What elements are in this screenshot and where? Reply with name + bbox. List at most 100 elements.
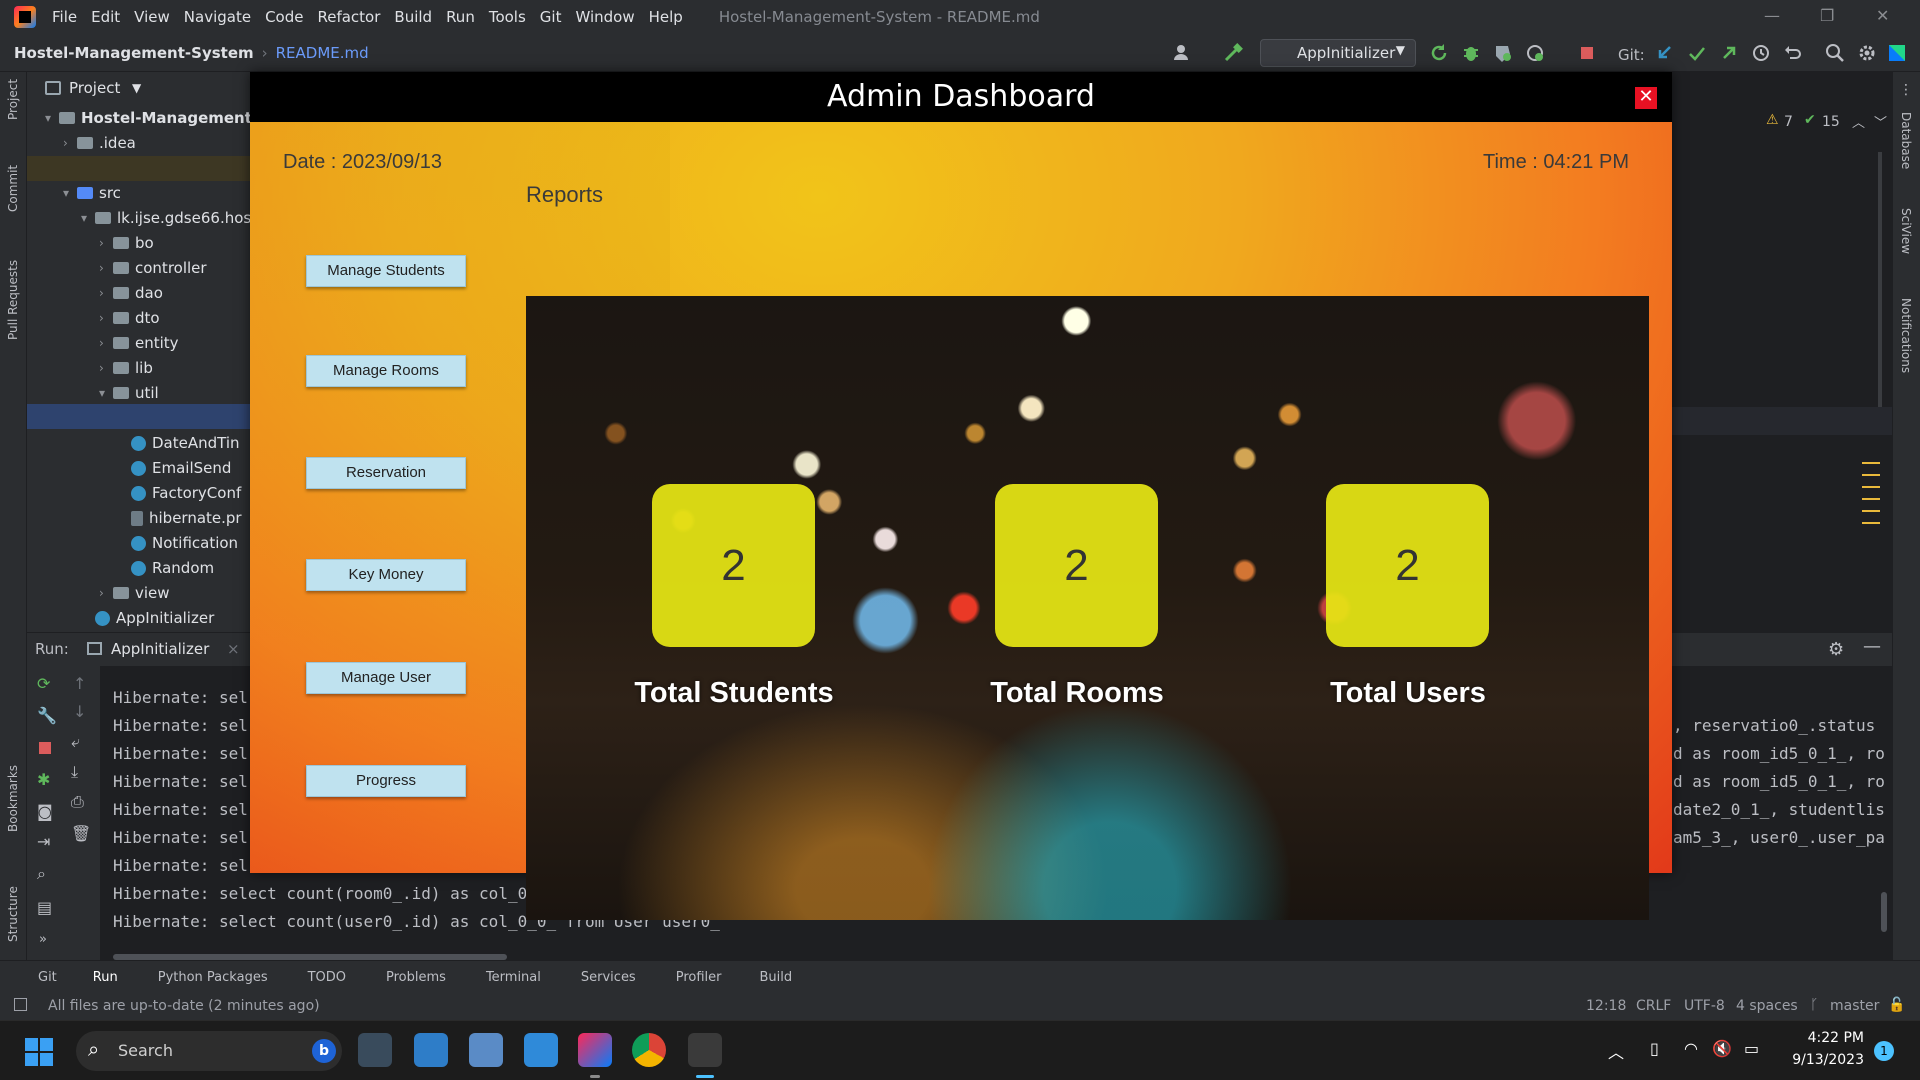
clock-time[interactable]: 4:22 PM [1800, 1030, 1864, 1046]
search-icon[interactable]: ⌕ [37, 864, 46, 884]
tree-item[interactable]: › controller [99, 256, 207, 280]
manage-students-button[interactable]: Manage Students [306, 255, 466, 287]
tab-run[interactable]: Run [93, 970, 118, 985]
notification-badge[interactable]: 1 [1874, 1041, 1894, 1061]
debug-icon[interactable] [1460, 42, 1482, 64]
lock-icon[interactable]: 🔓 [1888, 997, 1905, 1013]
taskbar-search-box[interactable]: ⌕ Search b [76, 1031, 342, 1071]
chevron-right-icon[interactable]: › [99, 586, 113, 600]
tool-database[interactable]: Database [1899, 112, 1913, 169]
menu-git[interactable]: Git [540, 8, 562, 26]
rerun-icon[interactable]: ⟳ [37, 674, 50, 693]
coverage-icon[interactable] [1492, 42, 1514, 64]
build-hammer-icon[interactable] [1222, 42, 1244, 64]
volume-muted-icon[interactable]: 🔇 [1712, 1039, 1732, 1058]
chrome-app-icon[interactable] [632, 1033, 666, 1067]
menu-build[interactable]: Build [394, 8, 432, 26]
dialog-title-bar[interactable]: Admin Dashboard [250, 72, 1672, 122]
editor-scrollbar[interactable] [1878, 152, 1882, 412]
chevron-right-icon[interactable]: › [99, 336, 113, 350]
chevron-down-icon[interactable]: ▾ [63, 186, 77, 200]
more-options-icon[interactable]: ⋮ [1899, 82, 1913, 98]
tool-structure[interactable]: Structure [6, 886, 20, 942]
status-message[interactable]: All files are up-to-date (2 minutes ago) [48, 998, 320, 1014]
profiler-icon[interactable] [1524, 42, 1546, 64]
tab-build[interactable]: Build [760, 970, 793, 985]
tab-profiler[interactable]: Profiler [676, 970, 722, 985]
chevron-right-icon[interactable]: › [63, 136, 77, 150]
scroll-up-icon[interactable]: ↑ [73, 674, 86, 693]
git-branch[interactable]: master [1830, 998, 1879, 1014]
reservation-button[interactable]: Reservation [306, 457, 466, 489]
tree-item[interactable]: › lib [99, 356, 153, 380]
tree-item[interactable]: FactoryConf [117, 481, 241, 505]
key-money-button[interactable]: Key Money [306, 559, 466, 591]
manage-user-button[interactable]: Manage User [306, 662, 466, 694]
menu-refactor[interactable]: Refactor [317, 8, 380, 26]
tree-item[interactable]: › .idea [63, 131, 136, 155]
tree-item[interactable]: › view [99, 581, 170, 605]
tree-item[interactable]: hibernate.pr [117, 506, 242, 530]
settings-app-icon[interactable] [358, 1033, 392, 1067]
chevron-down-icon[interactable]: ▾ [99, 386, 113, 400]
minimize-icon[interactable]: — [1764, 6, 1780, 25]
restore-icon[interactable]: ❐ [1820, 6, 1834, 25]
tab-services[interactable]: Services [581, 970, 636, 985]
rollback-icon[interactable] [1782, 42, 1804, 64]
git-push-icon[interactable] [1718, 42, 1740, 64]
chevron-down-icon[interactable]: ▾ [81, 211, 95, 225]
intellij-app-icon[interactable] [578, 1033, 612, 1067]
wifi-icon[interactable]: ◠ [1684, 1039, 1698, 1058]
tree-item[interactable]: AppInitializer [81, 606, 214, 630]
tool-bookmarks[interactable]: Bookmarks [6, 765, 20, 832]
scroll-to-end-icon[interactable]: ⤓ [71, 762, 78, 782]
run-tab-appinitializer[interactable]: AppInitializer [111, 640, 209, 658]
close-icon[interactable]: ✕ [1635, 87, 1657, 109]
tab-terminal[interactable]: Terminal [486, 970, 541, 985]
warning-icon[interactable]: ⚠ [1766, 112, 1779, 128]
settings-gear-icon[interactable] [1856, 42, 1878, 64]
user-icon[interactable] [1172, 42, 1194, 64]
remote-desktop-app-icon[interactable] [414, 1033, 448, 1067]
tree-item[interactable]: › bo [99, 231, 154, 255]
wrench-icon[interactable]: 🔧 [37, 706, 57, 725]
chevron-up-icon[interactable]: ︿ [1852, 112, 1865, 131]
layout-icon[interactable]: ▤ [37, 898, 52, 917]
chevron-down-icon[interactable]: ﹀ [1874, 112, 1887, 131]
run-configuration-select[interactable]: AppInitializer ▼ [1260, 39, 1416, 67]
chevron-up-icon[interactable]: ︿ [1608, 1039, 1624, 1063]
menu-help[interactable]: Help [649, 8, 683, 26]
battery-icon[interactable]: ▯ [1650, 1039, 1659, 1058]
history-icon[interactable] [1750, 42, 1772, 64]
stop-icon[interactable] [39, 742, 51, 754]
tool-notifications[interactable]: Notifications [1899, 298, 1913, 373]
menu-tools[interactable]: Tools [489, 8, 526, 26]
settings-gear-icon[interactable]: ⚙ [1828, 639, 1844, 660]
line-separator[interactable]: CRLF [1636, 998, 1671, 1014]
clock-date[interactable]: 9/13/2023 [1784, 1052, 1864, 1068]
bing-icon[interactable]: b [312, 1039, 336, 1063]
soft-wrap-icon[interactable]: ⤶ [71, 732, 80, 752]
camera-icon[interactable]: ◙ [37, 802, 53, 821]
chevron-right-icon[interactable]: › [99, 286, 113, 300]
caret-position[interactable]: 12:18 [1586, 998, 1626, 1014]
windows-start-icon[interactable] [25, 1038, 53, 1066]
vertical-scrollbar[interactable] [1881, 892, 1887, 932]
tab-problems[interactable]: Problems [386, 970, 446, 985]
tab-git[interactable]: Git [38, 970, 57, 985]
photos-app-icon[interactable] [469, 1033, 503, 1067]
tree-item[interactable]: Notification [117, 531, 238, 555]
chevron-right-icon[interactable]: › [99, 261, 113, 275]
rerun-icon[interactable] [1428, 42, 1450, 64]
tree-item[interactable]: › dao [99, 281, 163, 305]
tab-todo[interactable]: TODO [308, 970, 346, 985]
trash-icon[interactable]: 🗑 [71, 824, 91, 843]
tree-item[interactable]: EmailSend [117, 456, 231, 480]
menu-code[interactable]: Code [265, 8, 303, 26]
close-window-icon[interactable]: ✕ [1876, 6, 1889, 25]
chevron-down-icon[interactable]: ▾ [45, 111, 59, 125]
menu-window[interactable]: Window [575, 8, 634, 26]
tool-sciview[interactable]: SciView [1899, 208, 1913, 254]
scroll-down-icon[interactable]: ↓ [73, 702, 86, 721]
debug-icon[interactable]: ✱ [37, 770, 50, 789]
